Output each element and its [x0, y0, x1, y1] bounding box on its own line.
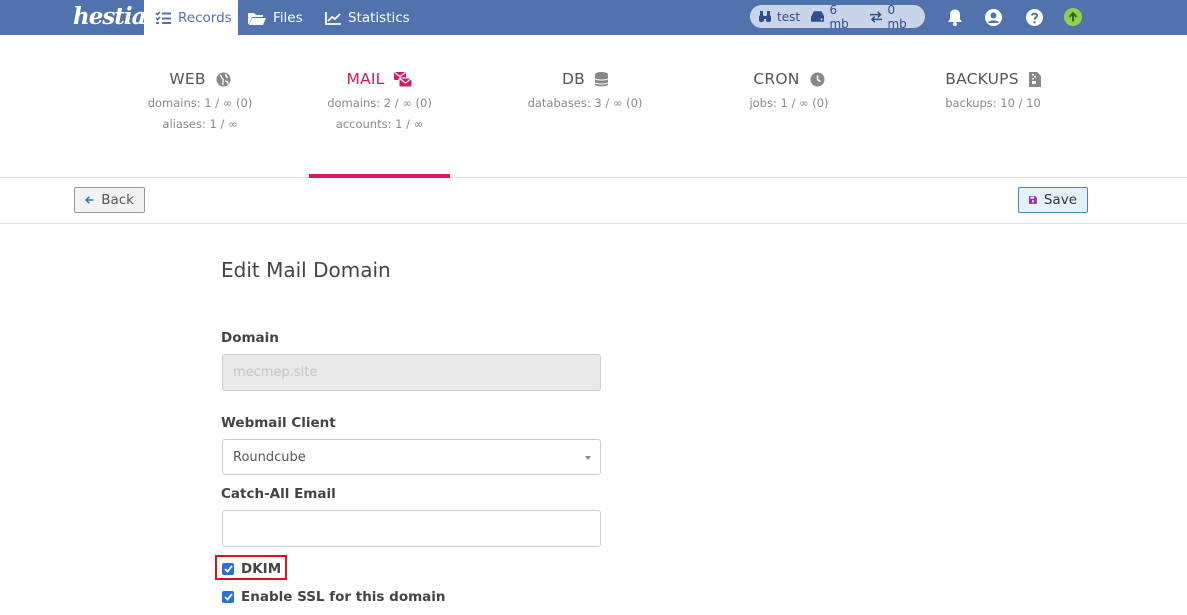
chart-line-icon: [325, 11, 341, 25]
clock-icon: [810, 72, 825, 86]
save-button[interactable]: Save: [1018, 187, 1088, 213]
nav-records-label: Records: [178, 9, 232, 26]
stat-db-title-text: DB: [562, 70, 585, 88]
stat-mail-title: MAIL: [309, 70, 450, 88]
webmail-client-select[interactable]: Roundcube: [222, 439, 601, 475]
back-button[interactable]: Back: [74, 187, 145, 213]
nav-files[interactable]: Files: [248, 0, 303, 35]
dropdown-arrow-icon: [585, 456, 591, 460]
ssl-checkbox[interactable]: [222, 591, 234, 603]
save-button-label: Save: [1043, 192, 1077, 208]
usage-disk-label: 6 mb: [829, 2, 849, 31]
question-circle-icon: [1025, 8, 1043, 26]
stat-mail[interactable]: MAIL domains: 2 / ∞ (0) accounts: 1 / ∞: [309, 35, 450, 178]
arrow-left-icon: [85, 196, 94, 204]
nav-statistics[interactable]: Statistics: [325, 0, 410, 35]
page-title: Edit Mail Domain: [221, 258, 391, 282]
binoculars-icon: [759, 10, 771, 22]
stat-cron-title-text: CRON: [753, 70, 800, 88]
usage-user-label: test: [777, 9, 801, 24]
stat-cron[interactable]: CRON jobs: 1 / ∞ (0): [700, 35, 878, 178]
stat-web[interactable]: WEB domains: 1 / ∞ (0) aliases: 1 / ∞: [100, 35, 300, 178]
dkim-highlight-box: [215, 555, 287, 580]
hard-drive-icon: [811, 11, 825, 22]
arrow-up-circle-icon: [1064, 8, 1082, 26]
back-button-label: Back: [101, 192, 134, 208]
stat-backups-title-text: BACKUPS: [945, 70, 1019, 88]
file-archive-icon: [1028, 71, 1041, 87]
catch-all-email-input[interactable]: [222, 510, 601, 547]
exchange-arrows-icon: [870, 10, 883, 23]
webmail-client-value: Roundcube: [233, 449, 306, 465]
stat-db-line-1: databases: 3 / ∞ (0): [527, 96, 643, 110]
stat-mail-title-text: MAIL: [346, 70, 385, 88]
notifications-button[interactable]: [945, 7, 965, 27]
stat-web-line-1: domains: 1 / ∞ (0): [147, 96, 253, 110]
stats-panel: WEB domains: 1 / ∞ (0) aliases: 1 / ∞ MA…: [0, 35, 1187, 178]
stat-db[interactable]: DB databases: 3 / ∞ (0): [500, 35, 670, 178]
toolbar: Back Save: [0, 178, 1187, 224]
help-button[interactable]: [1024, 7, 1044, 27]
ssl-checkbox-row[interactable]: Enable SSL for this domain: [222, 589, 446, 605]
stat-backups-title: BACKUPS: [900, 70, 1086, 88]
nav-records[interactable]: Records: [144, 0, 238, 35]
stat-mail-line-1: domains: 2 / ∞ (0): [327, 96, 432, 110]
domain-label: Domain: [221, 330, 279, 346]
usage-summary[interactable]: test 6 mb 0 mb: [750, 3, 925, 31]
stat-mail-line-2: accounts: 1 / ∞: [335, 117, 424, 131]
stat-web-title: WEB: [100, 70, 300, 88]
nav-files-label: Files: [273, 9, 303, 26]
stat-cron-line-1: jobs: 1 / ∞ (0): [749, 96, 829, 110]
webmail-client-label: Webmail Client: [221, 415, 336, 431]
folder-open-icon: [248, 12, 266, 25]
usage-disk: 6 mb: [811, 3, 859, 31]
database-icon: [594, 71, 608, 86]
stat-backups-line-1: backups: 10 / 10: [945, 96, 1041, 110]
usage-bandwidth: 0 mb: [870, 3, 917, 31]
nav-statistics-label: Statistics: [348, 9, 410, 26]
envelopes-icon: [394, 71, 413, 87]
floppy-disk-icon: [1029, 196, 1037, 204]
domain-field: mecmep.site: [222, 354, 601, 391]
stat-web-title-text: WEB: [169, 70, 206, 88]
check-icon: [223, 593, 233, 601]
hestia-logo[interactable]: hestia: [73, 1, 147, 33]
list-check-icon: [155, 10, 171, 24]
stat-web-line-2: aliases: 1 / ∞: [162, 117, 238, 131]
catch-all-email-label: Catch-All Email: [221, 486, 336, 502]
globe-icon: [216, 72, 231, 86]
stat-cron-title: CRON: [700, 70, 878, 88]
ssl-label: Enable SSL for this domain: [241, 589, 446, 605]
domain-value: mecmep.site: [233, 365, 318, 380]
usage-bandwidth-label: 0 mb: [887, 2, 907, 31]
stat-backups[interactable]: BACKUPS backups: 10 / 10: [900, 35, 1086, 178]
usage-user: test: [758, 10, 800, 24]
user-circle-icon: [984, 8, 1002, 26]
updates-button[interactable]: [1063, 7, 1083, 27]
user-menu-button[interactable]: [983, 7, 1003, 27]
bell-icon: [948, 9, 962, 26]
top-navigation-bar: hestia Records Files Statistics test 6 m…: [0, 0, 1187, 35]
stat-db-title: DB: [500, 70, 670, 88]
